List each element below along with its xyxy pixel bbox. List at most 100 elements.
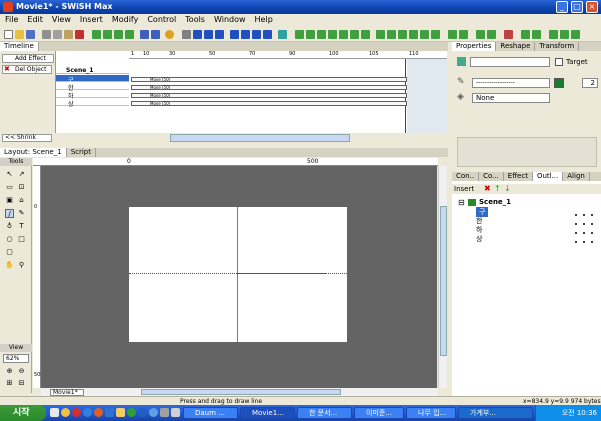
- transform-icon[interactable]: ⊡: [17, 183, 26, 192]
- line-width-field[interactable]: 2: [582, 78, 598, 88]
- target-checkbox[interactable]: [555, 58, 563, 66]
- tab-content[interactable]: Con..: [452, 172, 480, 181]
- move-down-icon[interactable]: [103, 30, 112, 39]
- expand-icon[interactable]: ⊟: [458, 198, 465, 207]
- copy-icon[interactable]: [53, 30, 62, 39]
- outline-item[interactable]: 상: [476, 234, 482, 244]
- undo-icon[interactable]: [140, 30, 149, 39]
- quicklaunch-icon[interactable]: [149, 408, 158, 417]
- clock[interactable]: 오전 10:36: [562, 409, 597, 417]
- quicklaunch-icon[interactable]: [116, 408, 125, 417]
- taskbar-item[interactable]: 이미준...: [354, 407, 404, 419]
- new-icon[interactable]: [4, 30, 13, 39]
- quicklaunch-icon[interactable]: [94, 408, 103, 417]
- layer-row[interactable]: 하: [56, 91, 129, 100]
- layer-row[interactable]: 한: [56, 83, 129, 92]
- select-arrow-icon[interactable]: ↖: [5, 170, 14, 179]
- layer-row[interactable]: 구: [56, 75, 129, 84]
- plugin-icon[interactable]: [448, 30, 457, 39]
- quicklaunch-icon[interactable]: [105, 408, 114, 417]
- ellipse-icon[interactable]: ○: [5, 235, 14, 244]
- bring-front-icon[interactable]: [114, 30, 123, 39]
- pen-tool-icon[interactable]: ♁: [5, 222, 14, 231]
- menu-control[interactable]: Control: [142, 14, 180, 24]
- quicklaunch-icon[interactable]: [61, 408, 70, 417]
- shape-icon[interactable]: [350, 30, 359, 39]
- tool-c-icon[interactable]: [504, 30, 513, 39]
- next-frame-icon[interactable]: [252, 30, 261, 39]
- publish-icon[interactable]: [306, 30, 315, 39]
- tab-layout[interactable]: Layout: Scene_1: [0, 148, 67, 157]
- tool-e-icon[interactable]: [532, 30, 541, 39]
- tab-outline[interactable]: Outl...: [532, 172, 564, 181]
- pencil-icon[interactable]: ✎: [17, 209, 26, 218]
- fill-select[interactable]: None: [472, 93, 550, 103]
- menu-window[interactable]: Window: [209, 14, 250, 24]
- move-up-icon[interactable]: [92, 30, 101, 39]
- last-frame-icon[interactable]: [263, 30, 272, 39]
- insert-menu[interactable]: Insert: [454, 185, 474, 193]
- menu-insert[interactable]: Insert: [75, 14, 107, 24]
- cut-icon[interactable]: [42, 30, 51, 39]
- workspace[interactable]: [41, 166, 437, 388]
- actual-size-icon[interactable]: ⊟: [17, 379, 26, 388]
- zoom-in-icon[interactable]: ⊕: [5, 367, 14, 376]
- taskbar-item[interactable]: 가계부...: [458, 407, 533, 419]
- zoom-icon[interactable]: ⚲: [17, 261, 26, 270]
- sprite-icon[interactable]: [328, 30, 337, 39]
- frame-ruler[interactable]: 1 10 30 50 70 90 100 105 110: [129, 51, 447, 59]
- menu-edit[interactable]: Edit: [22, 14, 47, 24]
- taskbar-item[interactable]: Movie1...: [240, 407, 295, 419]
- layout-hscroll[interactable]: [41, 388, 438, 396]
- tab-reshape[interactable]: Reshape: [496, 42, 536, 51]
- menu-file[interactable]: File: [0, 14, 22, 24]
- add-effect-button[interactable]: Add Effect: [2, 54, 54, 63]
- tool-f-icon[interactable]: [549, 30, 558, 39]
- line-style-select[interactable]: ------------------: [472, 78, 550, 88]
- taskbar-item[interactable]: 나무 입...: [406, 407, 456, 419]
- tab-transform[interactable]: Transform: [535, 42, 580, 51]
- send-back-icon[interactable]: [125, 30, 134, 39]
- visibility-dots[interactable]: [572, 209, 596, 218]
- play-icon[interactable]: [193, 30, 202, 39]
- frame-bar[interactable]: Move (50): [131, 93, 407, 98]
- movie-tab[interactable]: Movie1*: [50, 389, 84, 396]
- quicklaunch-icon[interactable]: [160, 408, 169, 417]
- visibility-dots[interactable]: [572, 218, 596, 227]
- autoshape-icon[interactable]: ▢: [5, 248, 14, 257]
- tab-co[interactable]: Co...: [479, 172, 504, 181]
- layout-vscroll[interactable]: [438, 166, 447, 388]
- ungroup-icon[interactable]: [387, 30, 396, 39]
- drawn-line[interactable]: [237, 273, 327, 274]
- tab-align[interactable]: Align: [563, 172, 590, 181]
- up-arrow-icon[interactable]: ↑: [494, 184, 501, 193]
- quicklaunch-icon[interactable]: [50, 408, 59, 417]
- menu-modify[interactable]: Modify: [107, 14, 143, 24]
- tool-b-icon[interactable]: [487, 30, 496, 39]
- scene-row[interactable]: Scene_1: [56, 67, 129, 74]
- hscroll-thumb[interactable]: [141, 389, 341, 395]
- visibility-dots[interactable]: [572, 227, 596, 236]
- redo-icon[interactable]: [151, 30, 160, 39]
- timeline-hscroll[interactable]: [170, 134, 350, 142]
- tab-script[interactable]: Script: [67, 148, 96, 157]
- first-frame-icon[interactable]: [230, 30, 239, 39]
- tool-g-icon[interactable]: [560, 30, 569, 39]
- align-icon[interactable]: [420, 30, 429, 39]
- stage[interactable]: [129, 207, 347, 342]
- frame-grid[interactable]: Move (50) Move (50) Move (50) Move (50): [129, 59, 447, 133]
- tool-h-icon[interactable]: [571, 30, 580, 39]
- menu-view[interactable]: View: [47, 14, 75, 24]
- tool-d-icon[interactable]: [521, 30, 530, 39]
- rectangle-icon[interactable]: □: [17, 235, 26, 244]
- quicklaunch-icon[interactable]: [171, 408, 180, 417]
- hand-icon[interactable]: ✋: [5, 261, 14, 270]
- prev-frame-icon[interactable]: [241, 30, 250, 39]
- zoom-out-icon[interactable]: ⊖: [17, 367, 26, 376]
- line-tool-icon[interactable]: /: [5, 209, 14, 218]
- export-icon[interactable]: [295, 30, 304, 39]
- text-icon[interactable]: [339, 30, 348, 39]
- delete-icon[interactable]: ✖: [484, 184, 491, 193]
- down-arrow-icon[interactable]: ↓: [504, 184, 511, 193]
- play-frame-icon[interactable]: [204, 30, 213, 39]
